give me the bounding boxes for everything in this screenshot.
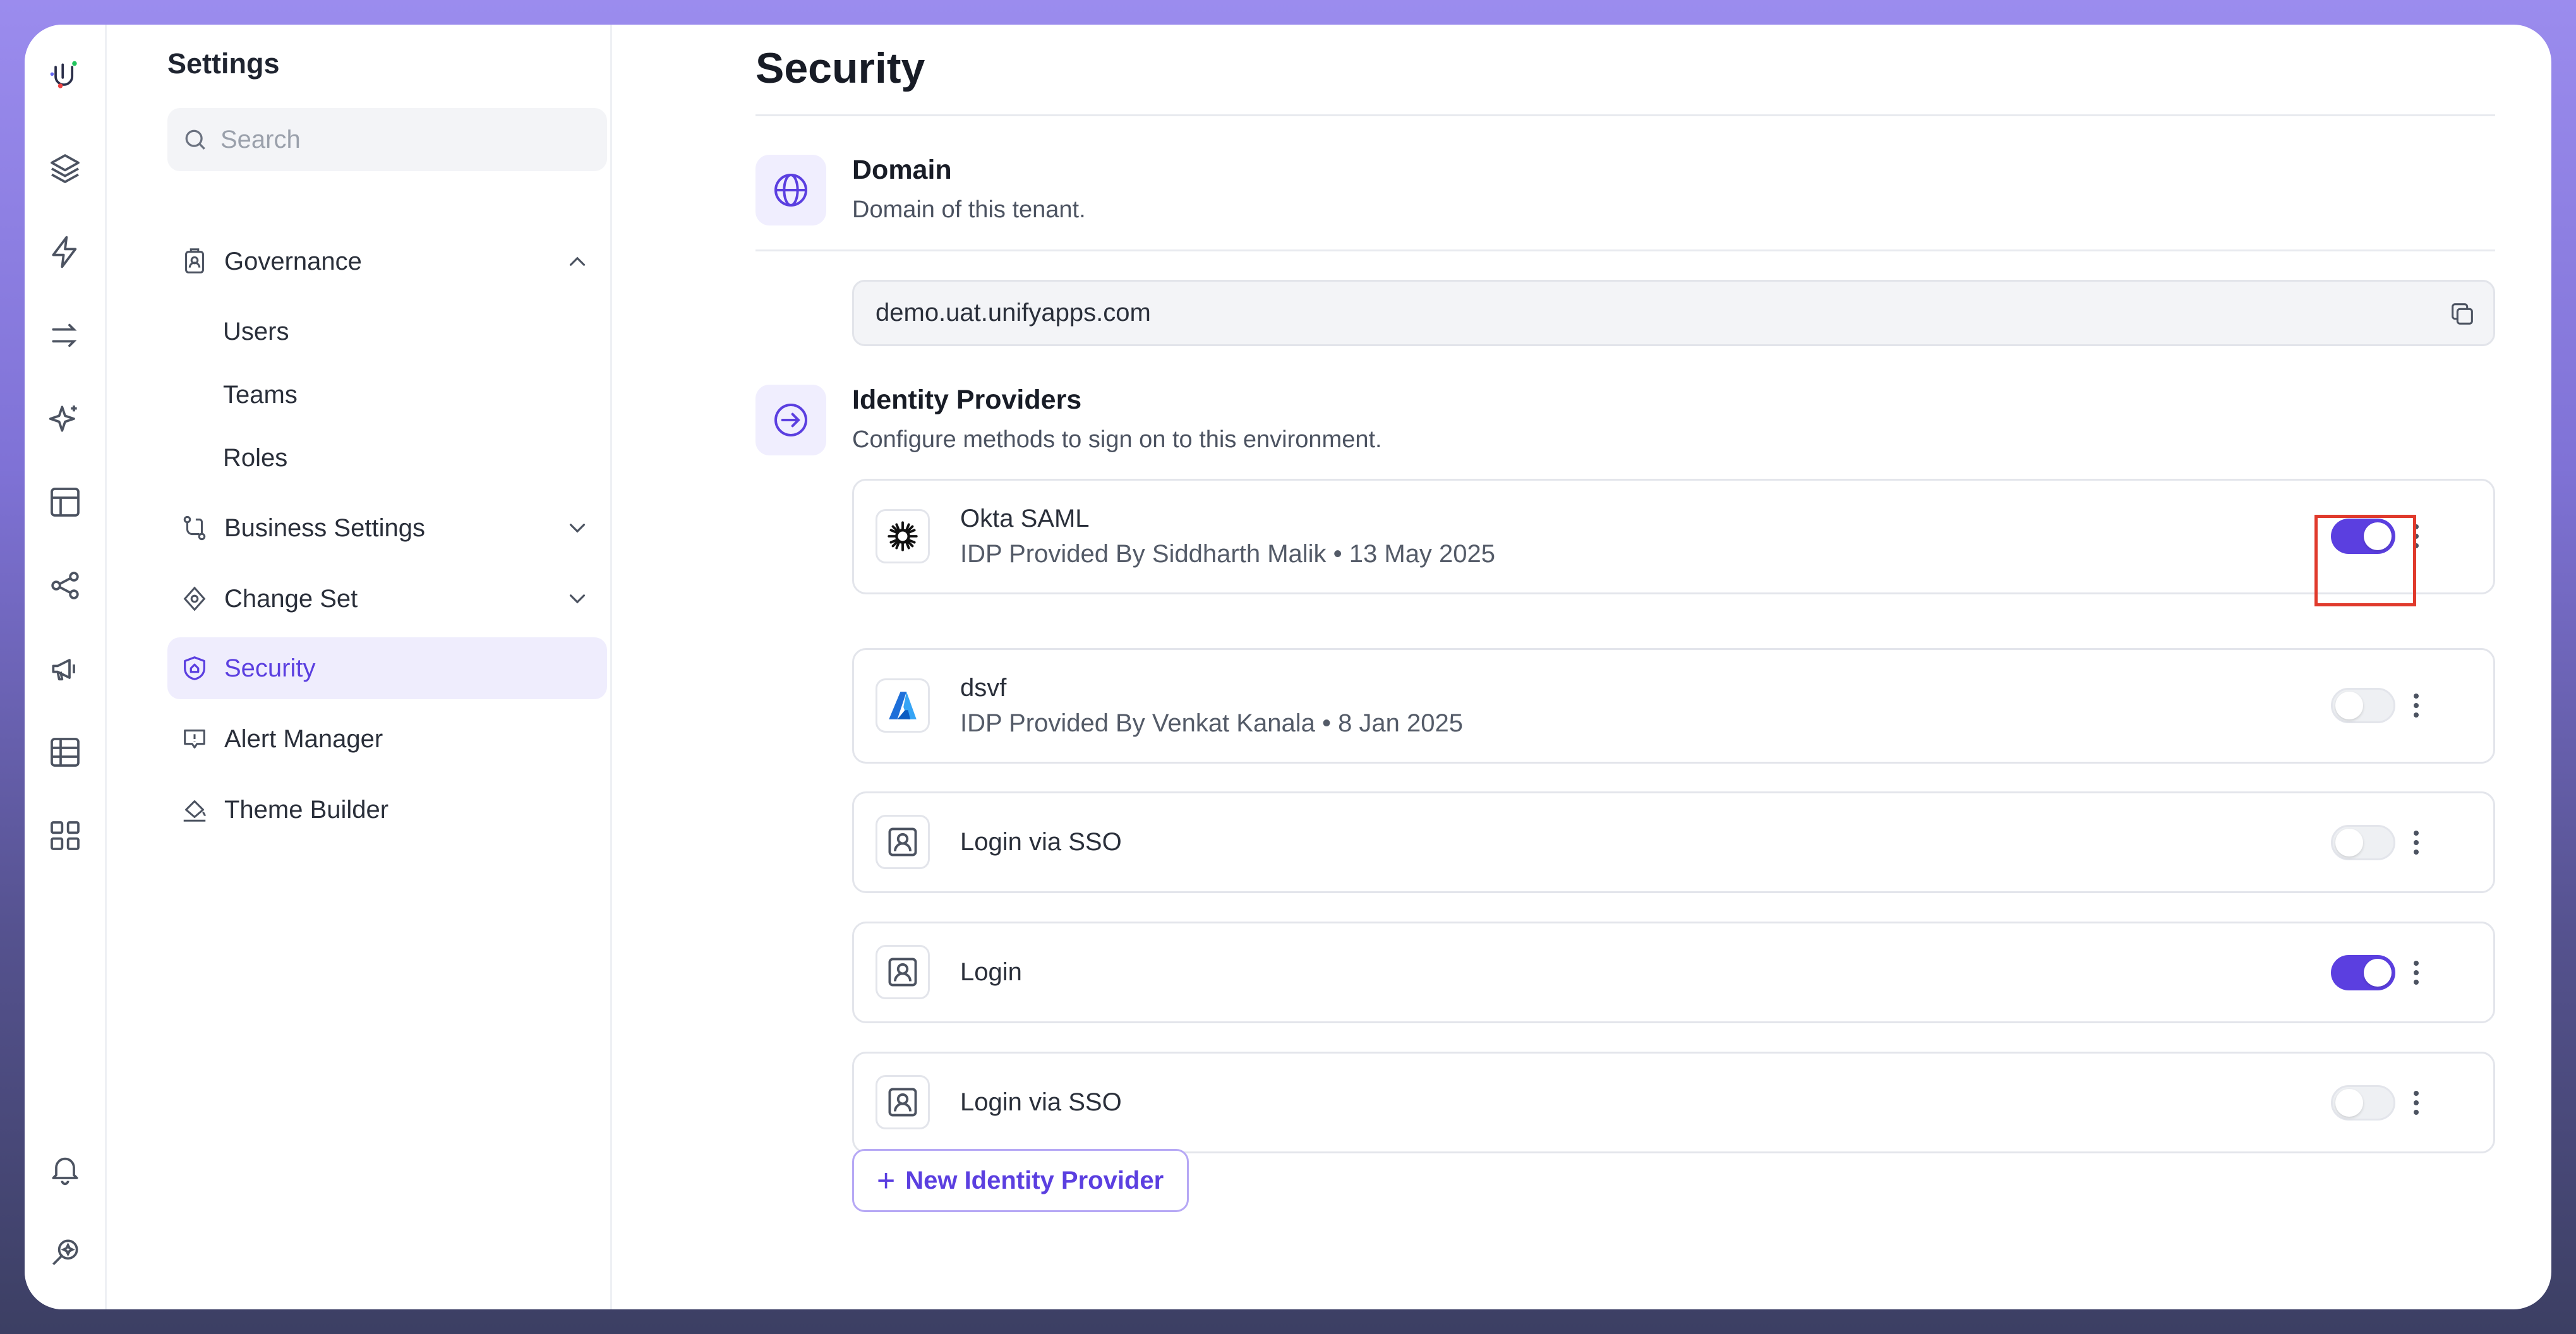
bell-icon[interactable] bbox=[40, 1144, 90, 1194]
sidebar-item-label: Business Settings bbox=[224, 514, 425, 542]
user-badge-icon bbox=[876, 945, 930, 999]
sidebar-item-label: Theme Builder bbox=[224, 795, 389, 824]
idp-meta: IDP Provided By Siddharth Malik • 13 May… bbox=[960, 540, 1496, 568]
arrows-icon[interactable] bbox=[40, 310, 90, 361]
toggle-knob bbox=[2335, 829, 2363, 856]
page-title: Security bbox=[755, 44, 925, 92]
sidebar-item-users[interactable]: Users bbox=[223, 313, 289, 351]
toggle-knob bbox=[2335, 1089, 2363, 1117]
idp-card-okta-saml[interactable]: Okta SAML IDP Provided By Siddharth Mali… bbox=[852, 479, 2495, 594]
search-star-icon[interactable] bbox=[40, 1227, 90, 1278]
copy-icon[interactable] bbox=[2448, 299, 2477, 328]
megaphone-icon[interactable] bbox=[40, 644, 90, 694]
git-branch-icon bbox=[180, 514, 209, 543]
idp-name: Login via SSO bbox=[960, 828, 1122, 856]
share-icon[interactable] bbox=[40, 560, 90, 611]
idp-toggle[interactable] bbox=[2331, 955, 2395, 990]
app-logo[interactable] bbox=[40, 51, 90, 102]
more-options-icon[interactable] bbox=[2404, 687, 2429, 724]
layers-icon[interactable] bbox=[40, 143, 90, 194]
sidebar-item-alert-manager[interactable]: Alert Manager bbox=[167, 708, 607, 770]
sign-in-icon bbox=[755, 385, 826, 455]
search-box[interactable] bbox=[167, 108, 607, 171]
settings-panel: Settings Governance Users Teams Roles Bu… bbox=[107, 25, 612, 1309]
new-identity-provider-button[interactable]: + New Identity Provider bbox=[852, 1149, 1189, 1212]
sidebar-item-security[interactable]: Security bbox=[167, 637, 607, 699]
idp-card-login-via-sso[interactable]: Login via SSO bbox=[852, 791, 2495, 893]
idp-toggle[interactable] bbox=[2331, 1085, 2395, 1121]
sidebar-item-roles[interactable]: Roles bbox=[223, 439, 287, 477]
toggle-knob bbox=[2364, 959, 2392, 987]
divider bbox=[755, 114, 2495, 116]
sidebar-item-theme-builder[interactable]: Theme Builder bbox=[167, 779, 607, 841]
sidebar-item-teams[interactable]: Teams bbox=[223, 376, 298, 414]
domain-description: Domain of this tenant. bbox=[852, 196, 1086, 223]
shield-icon bbox=[180, 654, 209, 683]
user-badge-icon bbox=[876, 1075, 930, 1129]
chevron-down-icon[interactable] bbox=[564, 586, 591, 612]
more-options-icon[interactable] bbox=[2404, 1084, 2429, 1122]
okta-icon bbox=[876, 509, 930, 563]
button-label: New Identity Provider bbox=[905, 1166, 1164, 1194]
more-options-icon[interactable] bbox=[2404, 824, 2429, 862]
table-icon[interactable] bbox=[40, 727, 90, 778]
idp-toggle[interactable] bbox=[2331, 688, 2395, 723]
layout-icon[interactable] bbox=[40, 477, 90, 527]
azure-icon bbox=[876, 678, 930, 733]
sidebar-item-label: Governance bbox=[224, 247, 362, 275]
idp-card-login[interactable]: Login bbox=[852, 922, 2495, 1023]
grid-icon[interactable] bbox=[40, 810, 90, 861]
idp-name: dsvf bbox=[960, 674, 1007, 702]
sparkle-icon[interactable] bbox=[40, 394, 90, 444]
search-input[interactable] bbox=[220, 125, 574, 154]
lightning-icon[interactable] bbox=[40, 227, 90, 277]
idp-name: Okta SAML bbox=[960, 505, 1090, 532]
chevron-down-icon[interactable] bbox=[564, 515, 591, 541]
app-window: Settings Governance Users Teams Roles Bu… bbox=[25, 25, 2551, 1309]
more-options-icon[interactable] bbox=[2404, 954, 2429, 992]
idp-name: Login bbox=[960, 958, 1022, 986]
toggle-knob bbox=[2335, 692, 2363, 719]
identity-providers-title: Identity Providers bbox=[852, 385, 1082, 415]
domain-field[interactable]: demo.uat.unifyapps.com bbox=[852, 280, 2495, 346]
sidebar-item-label: Change Set bbox=[224, 584, 358, 613]
plus-icon: + bbox=[877, 1163, 896, 1198]
sidebar-item-business-settings[interactable]: Business Settings bbox=[167, 497, 607, 559]
sidebar-item-change-set[interactable]: Change Set bbox=[167, 568, 607, 630]
idp-card-dsvf[interactable]: dsvf IDP Provided By Venkat Kanala • 8 J… bbox=[852, 648, 2495, 764]
domain-title: Domain bbox=[852, 155, 952, 185]
main-content: Security Domain Domain of this tenant. d… bbox=[612, 25, 2551, 1309]
alert-icon bbox=[180, 724, 209, 754]
divider bbox=[755, 249, 2495, 251]
paint-bucket-icon bbox=[180, 795, 209, 824]
icon-rail bbox=[25, 25, 107, 1309]
idp-name: Login via SSO bbox=[960, 1088, 1122, 1116]
chevron-up-icon[interactable] bbox=[564, 248, 591, 275]
highlight-box bbox=[2314, 515, 2416, 606]
identity-providers-description: Configure methods to sign on to this env… bbox=[852, 426, 1382, 453]
badge-icon bbox=[180, 247, 209, 276]
user-badge-icon bbox=[876, 815, 930, 869]
globe-icon bbox=[755, 155, 826, 225]
domain-value: demo.uat.unifyapps.com bbox=[876, 299, 1151, 327]
sidebar-item-label: Alert Manager bbox=[224, 724, 383, 753]
idp-meta: IDP Provided By Venkat Kanala • 8 Jan 20… bbox=[960, 709, 1464, 737]
idp-card-login-via-sso-2[interactable]: Login via SSO bbox=[852, 1052, 2495, 1153]
sidebar-item-label: Security bbox=[224, 654, 316, 682]
target-icon bbox=[180, 584, 209, 613]
search-icon bbox=[185, 129, 205, 150]
sidebar-item-governance[interactable]: Governance bbox=[167, 231, 607, 292]
idp-toggle[interactable] bbox=[2331, 825, 2395, 860]
panel-title: Settings bbox=[167, 47, 280, 80]
